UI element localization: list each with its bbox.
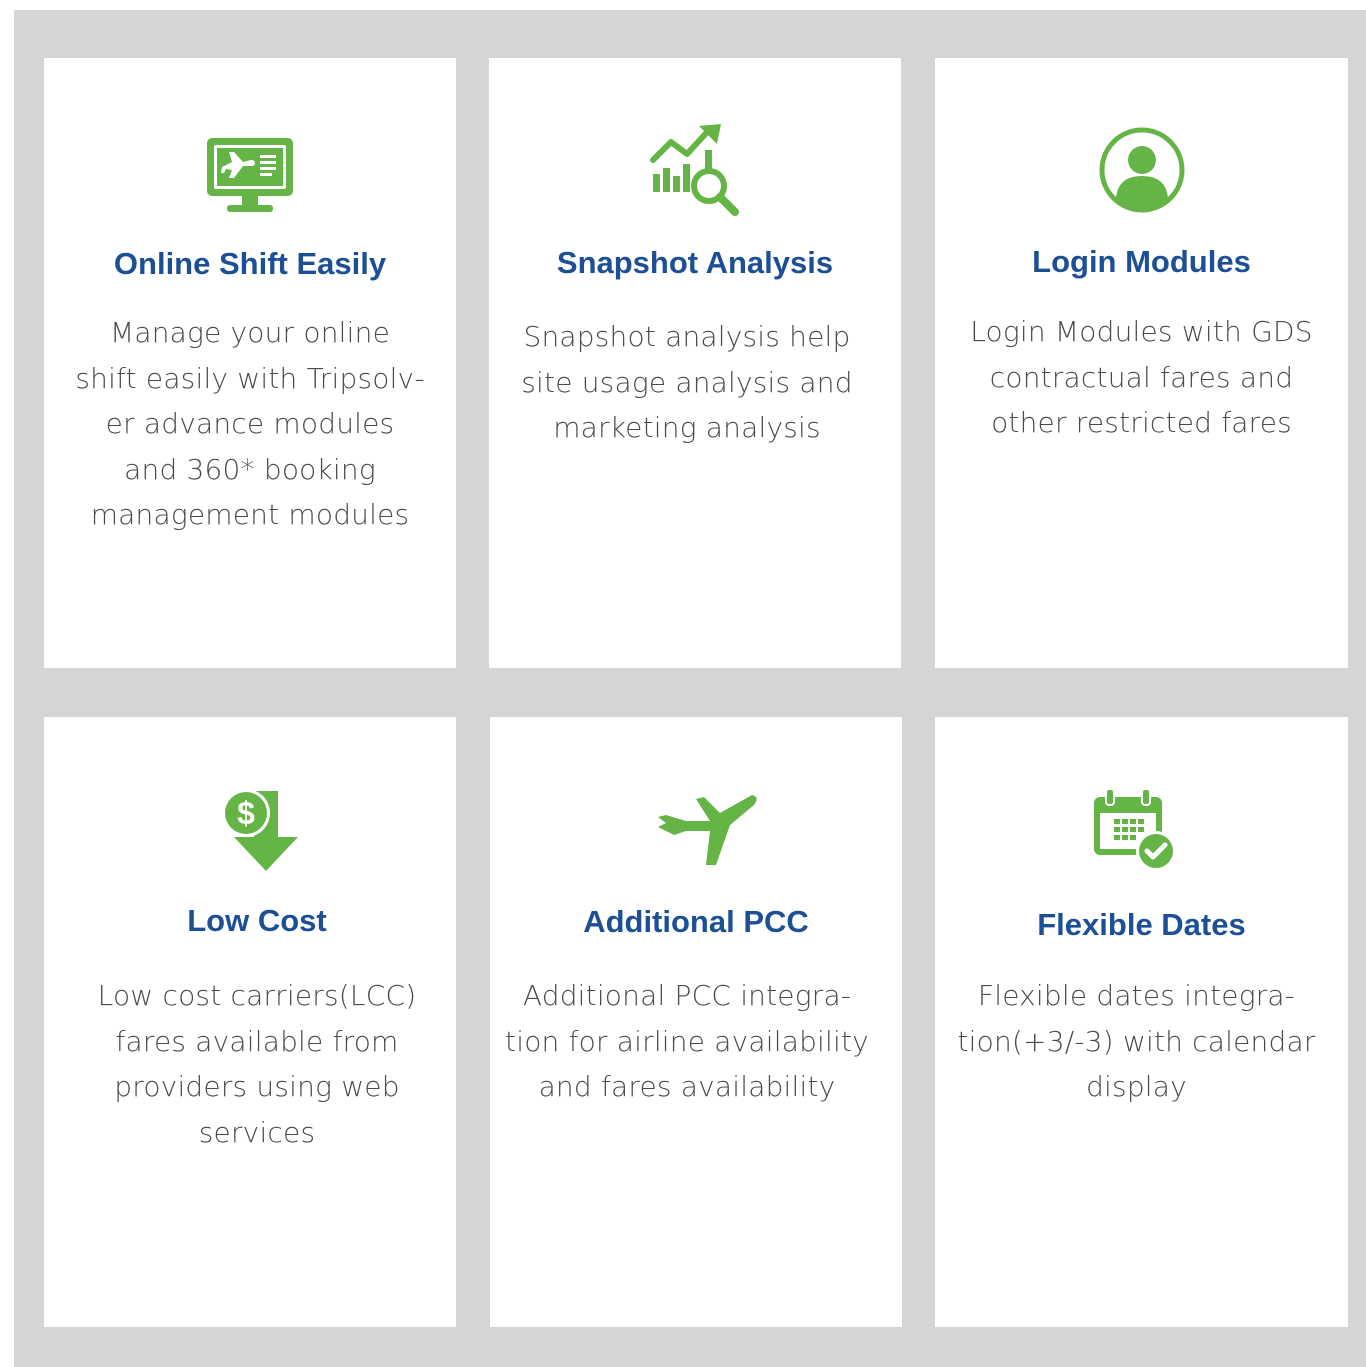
feature-title: Additional PCC xyxy=(583,904,809,939)
feature-title: Flexible Dates xyxy=(1037,907,1246,942)
feature-card-online-shift: Online Shift Easily Manage your online s… xyxy=(44,58,456,668)
feature-description: Manage your online shift easily with Tri… xyxy=(75,316,425,531)
feature-card-additional-pcc: Additional PCC Additional PCC integra- t… xyxy=(490,717,902,1327)
chart-analysis-icon xyxy=(647,120,743,216)
calendar-check-icon xyxy=(1090,787,1178,873)
user-circle-icon xyxy=(1098,126,1186,214)
feature-title: Low Cost xyxy=(187,903,327,938)
dollar-down-icon: $ xyxy=(220,787,304,875)
feature-card-low-cost: $ Low Cost Low cost carriers(LCC) fares … xyxy=(44,717,456,1327)
feature-description: Low cost carriers(LCC) fares available f… xyxy=(97,979,417,1149)
feature-description: Login Modules with GDS contractual fares… xyxy=(970,315,1313,439)
feature-description: Flexible dates integra- tion(+3/-3) with… xyxy=(957,979,1316,1103)
feature-description: Additional PCC integra- tion for airline… xyxy=(505,979,869,1103)
feature-title: Online Shift Easily xyxy=(113,246,387,281)
feature-description: Snapshot analysis help site usage analys… xyxy=(521,320,853,444)
feature-card-login-modules: Login Modules Login Modules with GDS con… xyxy=(935,58,1348,668)
monitor-plane-icon xyxy=(205,136,295,216)
airplane-icon xyxy=(656,791,760,867)
feature-card-flexible-dates: Flexible Dates Flexible dates integra- t… xyxy=(935,717,1348,1327)
svg-text:$: $ xyxy=(237,795,255,831)
feature-title: Login Modules xyxy=(1032,244,1251,279)
feature-card-snapshot-analysis: Snapshot Analysis Snapshot analysis help… xyxy=(489,58,901,668)
feature-title: Snapshot Analysis xyxy=(556,245,834,280)
